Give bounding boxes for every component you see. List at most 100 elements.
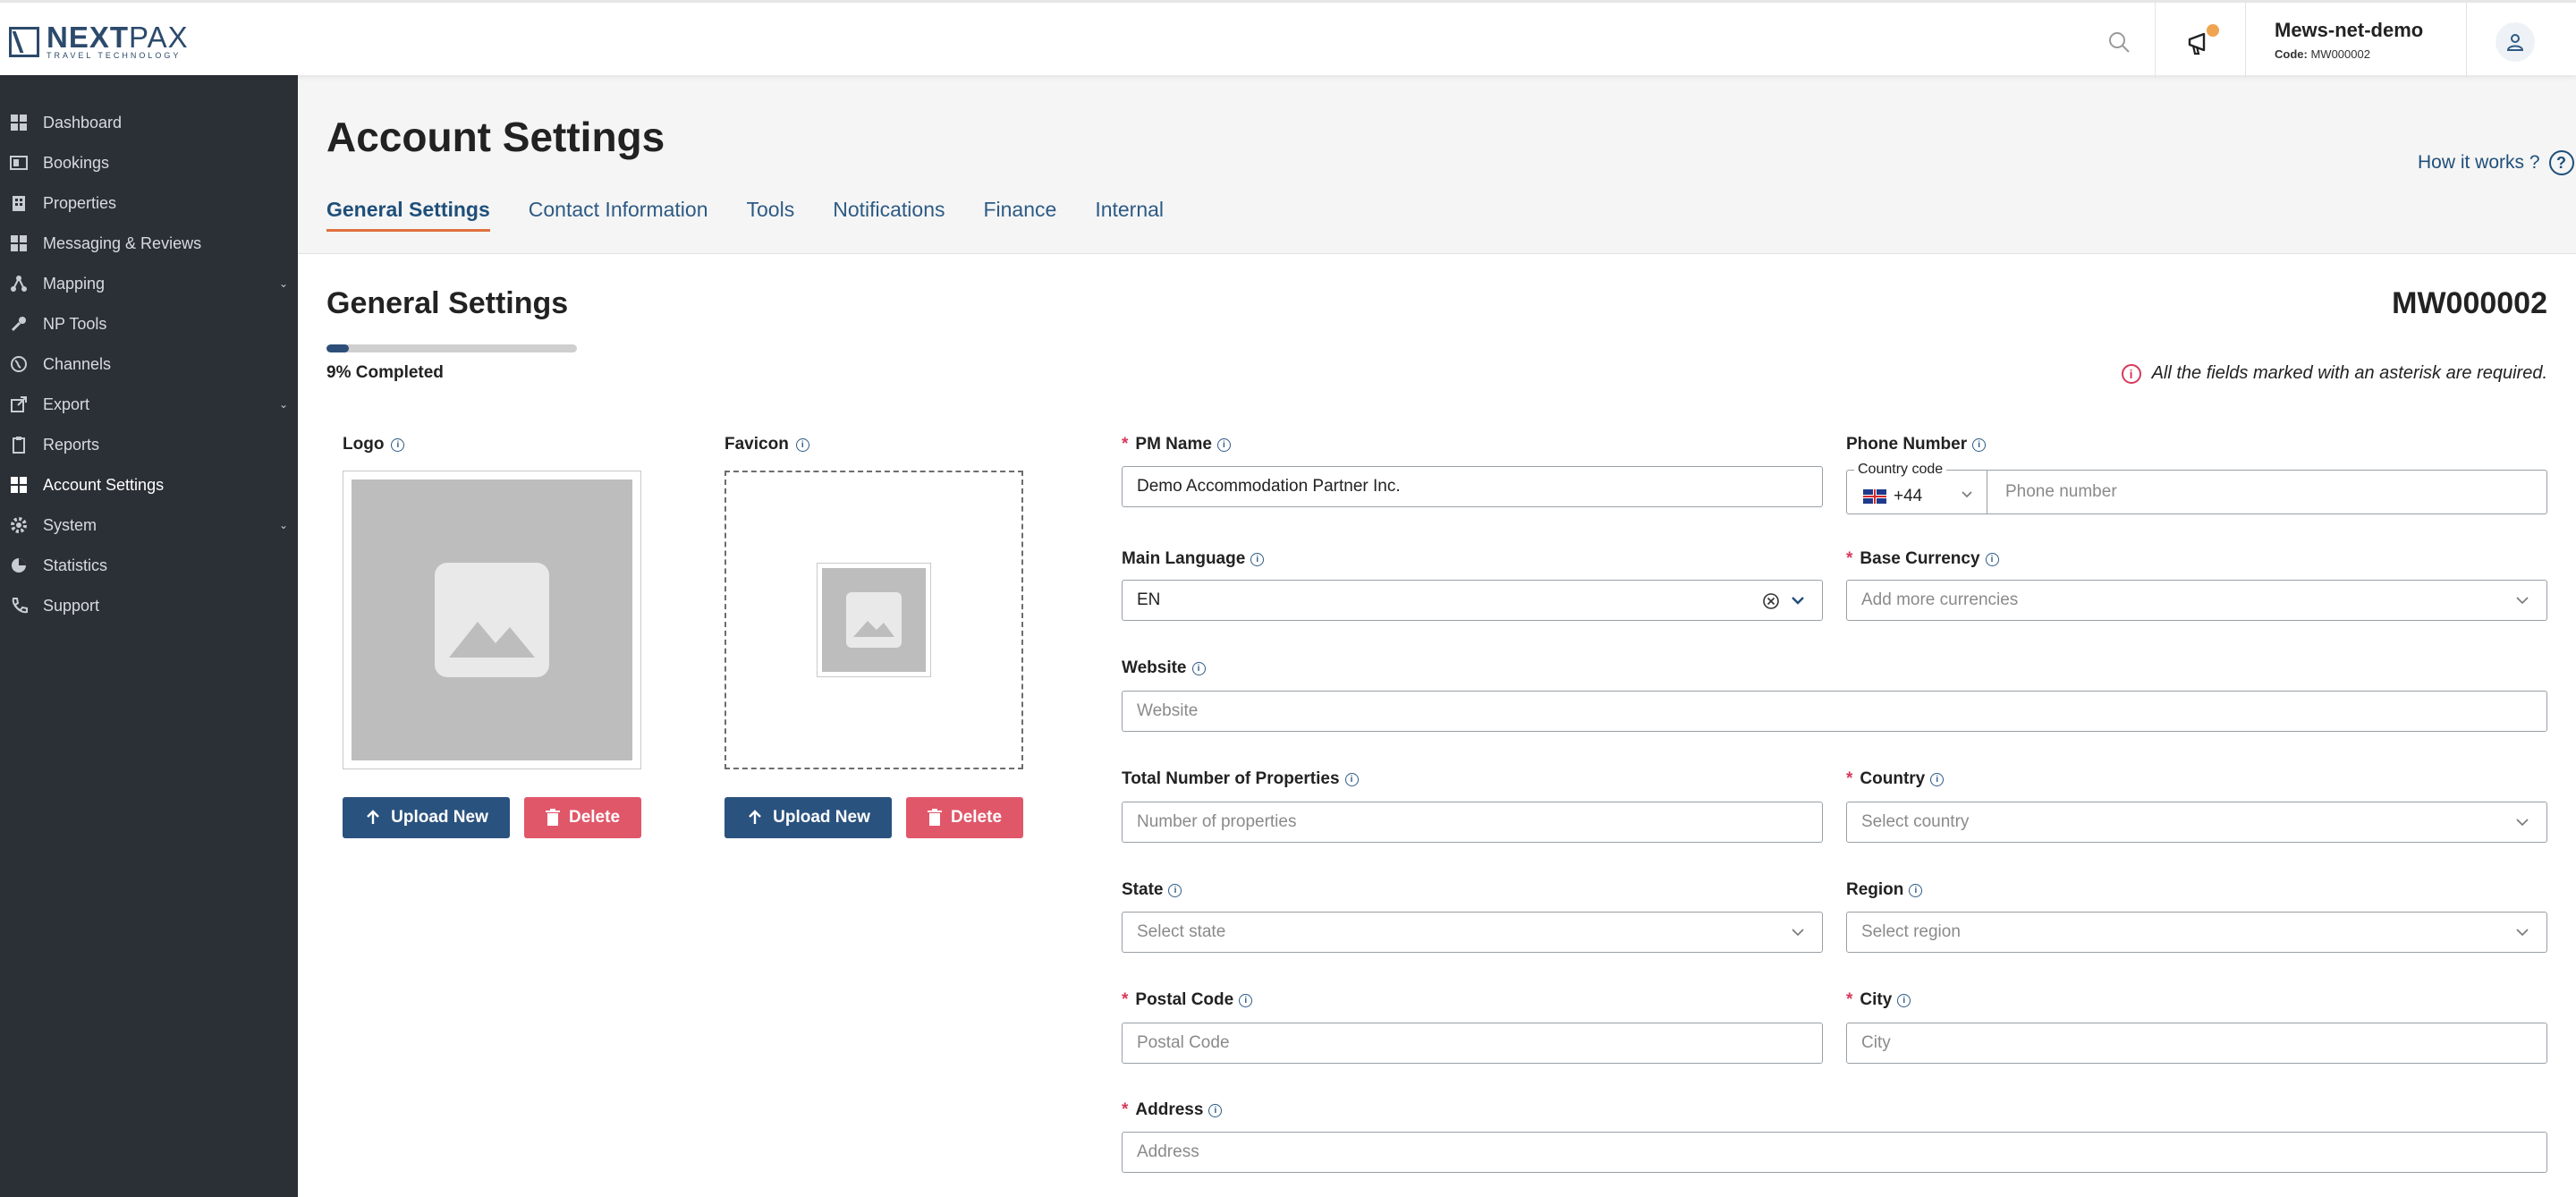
logo-text-thin: PAX xyxy=(129,21,189,54)
progress-text: 9% Completed xyxy=(326,363,444,382)
country-code-select[interactable]: Country code +44 xyxy=(1846,462,1987,514)
sidebar-item-reports[interactable]: Reports xyxy=(0,427,298,463)
sidebar-item-system[interactable]: System ⌄ xyxy=(0,507,298,543)
pm-name-input[interactable]: Demo Accommodation Partner Inc. xyxy=(1122,466,1823,507)
total-properties-input[interactable]: Number of properties xyxy=(1122,802,1823,843)
properties-icon xyxy=(9,193,29,213)
sidebar-item-np-tools[interactable]: NP Tools xyxy=(0,306,298,342)
sidebar-item-properties[interactable]: Properties xyxy=(0,185,298,221)
sidebar-item-mapping[interactable]: Mapping ⌄ xyxy=(0,266,298,301)
sidebar-item-label: Mapping xyxy=(43,274,106,293)
info-icon[interactable]: i xyxy=(1191,661,1206,675)
sidebar-item-label: System xyxy=(43,515,97,534)
sidebar-item-messaging-reviews[interactable]: Messaging & Reviews xyxy=(0,225,298,261)
logo-upload-button[interactable]: Upload New xyxy=(343,797,510,838)
base-currency-select[interactable]: Add more currencies xyxy=(1846,580,2547,621)
sidebar-item-label: Account Settings xyxy=(43,475,165,494)
top-bar: NEXTPAX TRAVEL TECHNOLOGY Mews-net-demo … xyxy=(0,0,2576,78)
completion-progress-bar xyxy=(326,344,577,352)
website-input[interactable]: Website xyxy=(1122,691,2547,732)
account-settings-icon xyxy=(9,475,29,495)
favicon-dropzone[interactable] xyxy=(724,471,1023,769)
search-icon[interactable] xyxy=(2106,30,2131,55)
info-icon[interactable]: i xyxy=(795,437,809,452)
info-icon[interactable]: i xyxy=(1208,1103,1223,1117)
logo-delete-button[interactable]: Delete xyxy=(524,797,641,838)
page-header: Account Settings How it works ? ? Genera… xyxy=(298,75,2576,254)
messaging-icon xyxy=(9,233,29,253)
info-icon[interactable]: i xyxy=(1168,883,1182,897)
image-placeholder-icon xyxy=(822,568,926,672)
user-avatar-icon[interactable] xyxy=(2496,22,2535,62)
sidebar-item-bookings[interactable]: Bookings xyxy=(0,145,298,181)
info-icon[interactable]: i xyxy=(1216,437,1231,452)
country-code-value: +44 xyxy=(1894,487,1923,505)
sidebar-item-support[interactable]: Support xyxy=(0,588,298,624)
info-icon[interactable]: i xyxy=(1239,993,1253,1007)
sidebar-item-label: Bookings xyxy=(43,153,110,172)
required-fields-note: i All the fields marked with an asterisk… xyxy=(2121,363,2547,384)
chevron-down-icon xyxy=(2516,929,2529,937)
info-icon[interactable]: i xyxy=(1909,883,1923,897)
property-manager-code: MW000002 xyxy=(2392,286,2547,320)
main-language-value: EN xyxy=(1137,590,1161,609)
postal-code-input[interactable]: Postal Code xyxy=(1122,1023,1823,1064)
info-icon[interactable]: i xyxy=(1250,552,1265,566)
city-input[interactable]: City xyxy=(1846,1023,2547,1064)
divider xyxy=(2466,3,2467,78)
notification-dot xyxy=(2207,24,2219,37)
account-switcher[interactable]: Mews-net-demo Code: MW000002 xyxy=(2275,19,2423,61)
trash-icon xyxy=(927,809,942,826)
divider xyxy=(2245,3,2246,78)
address-input[interactable]: Address xyxy=(1122,1132,2547,1173)
info-icon[interactable]: i xyxy=(1930,772,1945,786)
postal-code-label: * Postal Code i xyxy=(1122,990,1253,1010)
favicon-delete-button[interactable]: Delete xyxy=(906,797,1023,838)
info-icon[interactable]: i xyxy=(1897,993,1911,1007)
nextpax-logo[interactable]: NEXTPAX TRAVEL TECHNOLOGY xyxy=(9,21,189,60)
sidebar-item-label: Export xyxy=(43,395,90,413)
trash-icon xyxy=(545,809,560,826)
tab-tools[interactable]: Tools xyxy=(747,198,795,232)
account-name: Mews-net-demo xyxy=(2275,19,2424,41)
clear-icon[interactable] xyxy=(1761,591,1781,611)
sidebar-item-channels[interactable]: Channels xyxy=(0,346,298,382)
account-code: Code: MW000002 xyxy=(2275,47,2370,61)
info-icon[interactable]: i xyxy=(1972,437,1987,452)
main-language-label: Main Language i xyxy=(1122,549,1265,569)
tab-contact-information[interactable]: Contact Information xyxy=(529,198,708,232)
favicon-upload-button[interactable]: Upload New xyxy=(724,797,892,838)
base-currency-label: * Base Currency i xyxy=(1846,549,1999,569)
info-icon[interactable]: i xyxy=(1344,772,1359,786)
region-select[interactable]: Select region xyxy=(1846,912,2547,953)
info-icon[interactable]: i xyxy=(1985,552,1999,566)
sidebar-item-dashboard[interactable]: Dashboard xyxy=(0,105,298,140)
tab-general-settings[interactable]: General Settings xyxy=(326,198,490,232)
info-icon[interactable]: i xyxy=(391,437,405,452)
sidebar-item-export[interactable]: Export ⌄ xyxy=(0,386,298,422)
clipboard-icon xyxy=(9,435,29,454)
country-code-legend: Country code xyxy=(1854,462,1947,478)
logo-mark-icon xyxy=(9,27,39,57)
logo-tagline: TRAVEL TECHNOLOGY xyxy=(47,51,182,60)
state-select[interactable]: Select state xyxy=(1122,912,1823,953)
tab-finance[interactable]: Finance xyxy=(983,198,1056,232)
page-title: Account Settings xyxy=(326,114,665,160)
chevron-down-icon xyxy=(1962,491,1972,498)
sidebar-item-statistics[interactable]: Statistics xyxy=(0,548,298,583)
sidebar-item-account-settings[interactable]: Account Settings xyxy=(0,467,298,503)
website-label: Website i xyxy=(1122,658,1206,678)
country-placeholder: Select country xyxy=(1861,812,1970,831)
tab-notifications[interactable]: Notifications xyxy=(833,198,945,232)
favicon-label: Favicon i xyxy=(724,435,809,454)
tab-internal[interactable]: Internal xyxy=(1095,198,1164,232)
region-placeholder: Select region xyxy=(1861,922,1961,941)
how-it-works-link[interactable]: How it works ? ? xyxy=(2418,150,2574,175)
city-label: * City i xyxy=(1846,990,1911,1010)
main-language-select[interactable]: EN xyxy=(1122,580,1823,621)
export-icon xyxy=(9,395,29,414)
country-label: * Country i xyxy=(1846,769,1945,789)
phone-number-input[interactable]: Phone number xyxy=(1987,470,2547,514)
country-select[interactable]: Select country xyxy=(1846,802,2547,843)
state-label: State i xyxy=(1122,880,1182,900)
